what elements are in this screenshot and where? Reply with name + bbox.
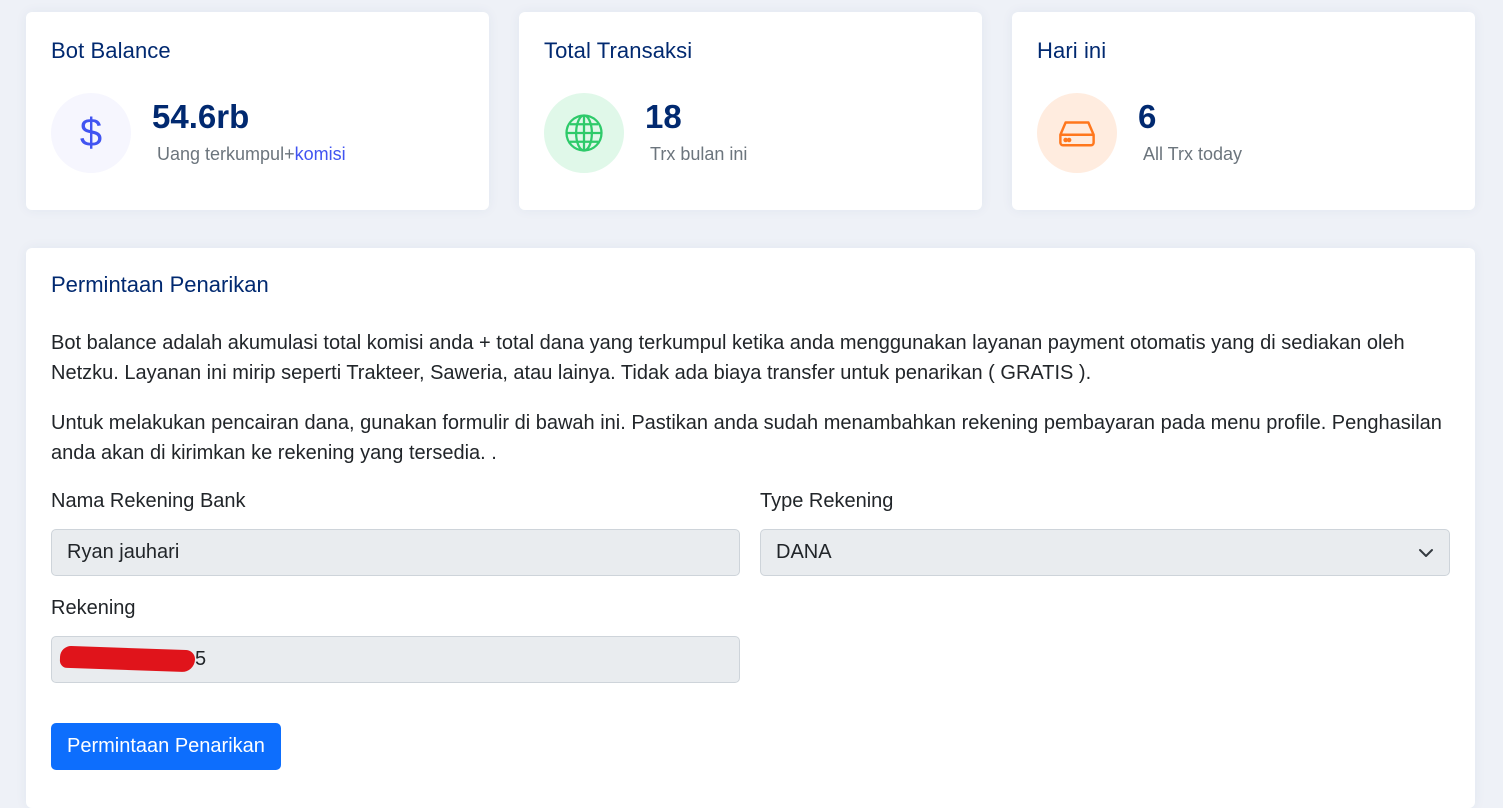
account-type-select[interactable]: DANA — [760, 529, 1450, 576]
hari-ini-title: Hari ini — [1037, 38, 1107, 63]
hdd-icon — [1037, 93, 1117, 173]
redaction-mark — [59, 645, 196, 673]
bot-balance-title: Bot Balance — [51, 38, 171, 63]
withdrawal-description-2: Untuk melakukan pencairan dana, gunakan … — [51, 412, 1442, 464]
total-transaksi-value: 18 — [645, 98, 682, 135]
hari-ini-card: Hari ini 6 All Trx today — [1012, 12, 1475, 210]
bank-name-input[interactable]: Ryan jauhari — [51, 529, 740, 576]
total-transaksi-title: Total Transaksi — [544, 38, 693, 63]
total-transaksi-card: Total Transaksi 18 Trx bulan ini — [519, 12, 982, 210]
submit-withdrawal-button[interactable]: Permintaan Penarikan — [51, 723, 281, 770]
withdrawal-description-1: Bot balance adalah akumulasi total komis… — [51, 332, 1405, 384]
account-number-input[interactable]: 5 — [51, 636, 740, 683]
withdrawal-title: Permintaan Penarikan — [51, 272, 269, 297]
chevron-down-icon — [1419, 548, 1433, 557]
bank-name-label: Nama Rekening Bank — [51, 490, 246, 512]
dollar-icon: $ — [51, 93, 131, 173]
withdrawal-card: Permintaan Penarikan Bot balance adalah … — [26, 248, 1475, 808]
total-transaksi-subtitle: Trx bulan ini — [650, 144, 748, 164]
bot-balance-subtitle: Uang terkumpul+komisi — [157, 144, 346, 165]
account-number-label: Rekening — [51, 597, 136, 619]
bank-name-value: Ryan jauhari — [67, 541, 180, 563]
bot-balance-value: 54.6rb — [152, 98, 250, 135]
account-type-value: DANA — [776, 541, 832, 563]
bot-balance-card: Bot Balance $ 54.6rb Uang terkumpul+komi… — [26, 12, 489, 210]
hari-ini-value: 6 — [1138, 98, 1157, 135]
bot-balance-sub-accent: komisi — [294, 144, 346, 164]
bot-balance-sub-prefix: Uang terkumpul+ — [157, 144, 295, 164]
hari-ini-subtitle: All Trx today — [1143, 144, 1243, 164]
globe-icon — [544, 93, 624, 173]
account-type-label: Type Rekening — [760, 490, 894, 512]
